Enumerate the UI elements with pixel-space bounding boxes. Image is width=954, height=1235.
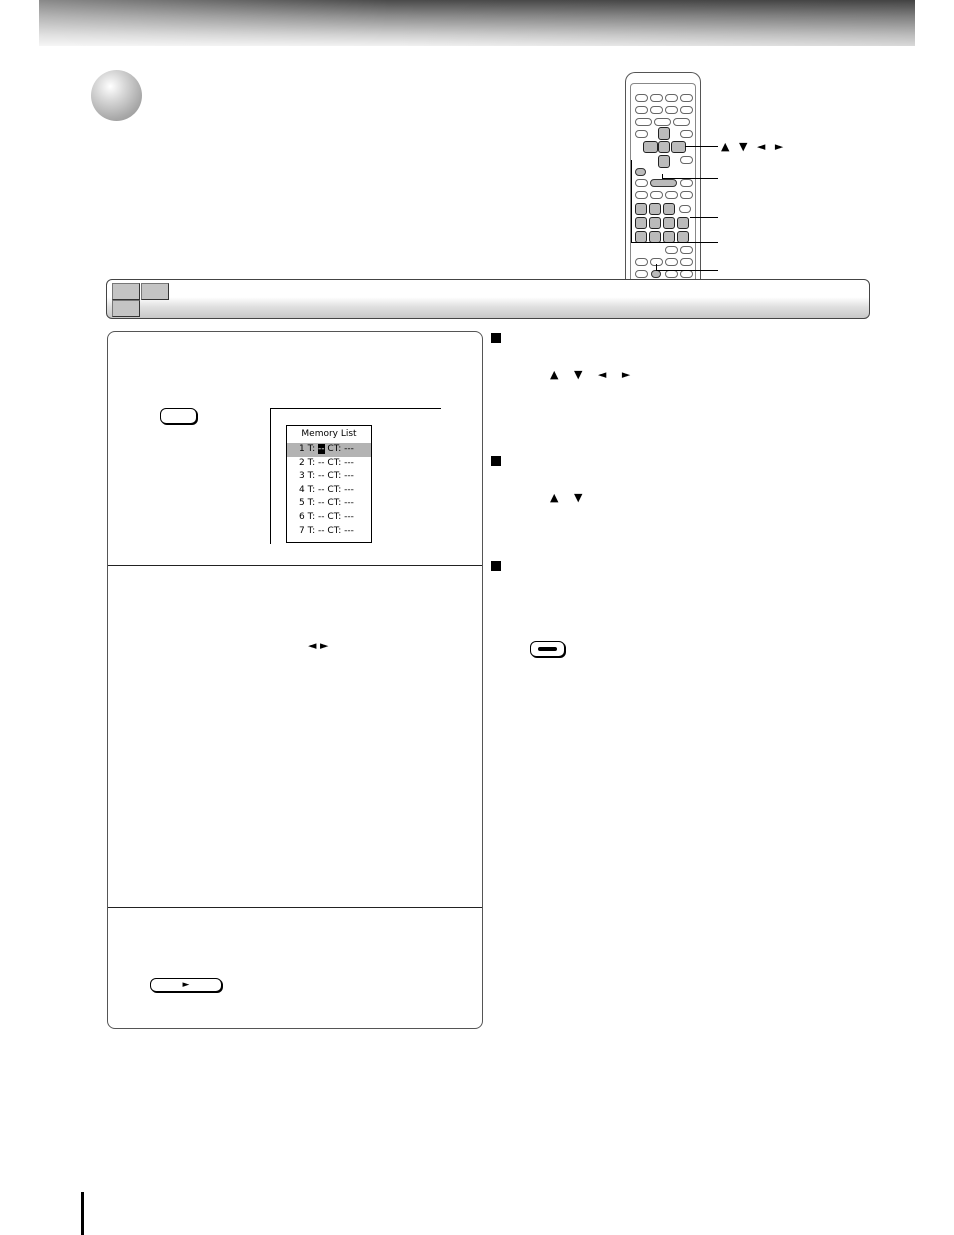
step-divider <box>108 565 482 566</box>
memory-list-row: 7 T: -- CT: --- <box>299 525 354 536</box>
step1-remote-button-icon <box>160 408 197 424</box>
callout-line-dpad <box>685 146 718 147</box>
memory-list-screen: Memory List 1 T: -- CT: --- 2 T: -- CT: … <box>286 425 372 543</box>
page-margin-mark <box>81 1192 84 1235</box>
memory-list-title: Memory List <box>301 429 357 439</box>
play-icon: ► <box>182 980 190 990</box>
note-bullet-icon <box>491 333 501 343</box>
header-band <box>39 0 915 46</box>
up-down-arrows-icon: ▲ ▼ <box>550 491 589 504</box>
disc-tag-2 <box>141 283 169 300</box>
dpad-center <box>658 141 670 153</box>
memory-list-row: 6 T: -- CT: --- <box>299 511 354 522</box>
memory-list-row: 2 T: -- CT: --- <box>299 457 354 468</box>
dpad-right <box>671 141 686 153</box>
memory-list-row: 1 T: -- CT: --- <box>287 443 371 457</box>
disc-tag-3 <box>112 300 140 317</box>
dpad-down <box>658 155 670 168</box>
play-button-icon: ► <box>150 978 222 992</box>
callout-line-small-button <box>656 270 718 271</box>
callout-line-wide-button <box>662 178 718 179</box>
note-bullet-icon <box>491 456 501 466</box>
disc-tag-1 <box>112 283 140 300</box>
sphere-bullet-icon <box>91 70 142 121</box>
dpad-up <box>658 127 670 140</box>
note-bullet-icon <box>491 561 501 571</box>
direction-arrows-label: ▲ ▼ ◄ ► <box>721 140 787 153</box>
dpad-left <box>643 141 658 153</box>
callout-line-side-button <box>631 242 718 243</box>
disc-type-bar <box>106 279 870 319</box>
memory-list-row: 5 T: -- CT: --- <box>299 498 354 509</box>
clear-button-icon <box>530 641 565 657</box>
left-right-arrows-icon: ◄ ► <box>308 639 329 652</box>
direction-arrows-icon: ▲ ▼ ◄ ► <box>550 368 637 381</box>
step-divider <box>108 907 482 908</box>
memory-list-row: 3 T: -- CT: --- <box>299 471 354 482</box>
memory-list-row: 4 T: -- CT: --- <box>299 484 354 495</box>
callout-line-number-keys <box>690 217 718 218</box>
